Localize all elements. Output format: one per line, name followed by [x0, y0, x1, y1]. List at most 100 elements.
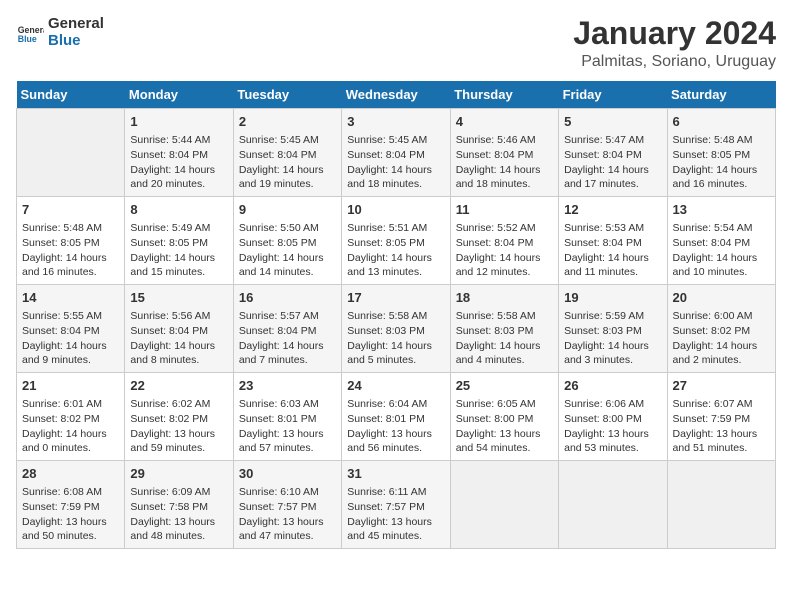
day-number: 19 — [564, 289, 661, 307]
page-header: General Blue General Blue January 2024 P… — [16, 16, 776, 71]
day-info: Sunrise: 5:59 AM Sunset: 8:03 PM Dayligh… — [564, 309, 661, 368]
day-info: Sunrise: 5:48 AM Sunset: 8:05 PM Dayligh… — [673, 133, 770, 192]
day-number: 14 — [22, 289, 119, 307]
calendar-cell: 20 Sunrise: 6:00 AM Sunset: 8:02 PM Dayli… — [667, 285, 775, 373]
calendar-cell: 30Sunrise: 6:10 AM Sunset: 7:57 PM Dayli… — [233, 460, 341, 548]
day-number: 16 — [239, 289, 336, 307]
day-number: 17 — [347, 289, 444, 307]
logo-general: General — [48, 16, 104, 33]
day-info: Sunrise: 6:11 AM Sunset: 7:57 PM Dayligh… — [347, 485, 444, 544]
calendar-subtitle: Palmitas, Soriano, Uruguay — [573, 53, 776, 71]
calendar-cell: 8Sunrise: 5:49 AM Sunset: 8:05 PM Daylig… — [125, 197, 233, 285]
day-number: 13 — [673, 201, 770, 219]
calendar-cell: 7Sunrise: 5:48 AM Sunset: 8:05 PM Daylig… — [17, 197, 125, 285]
day-info: Sunrise: 6:08 AM Sunset: 7:59 PM Dayligh… — [22, 485, 119, 544]
day-info: Sunrise: 5:55 AM Sunset: 8:04 PM Dayligh… — [22, 309, 119, 368]
day-info: Sunrise: 5:51 AM Sunset: 8:05 PM Dayligh… — [347, 221, 444, 280]
day-number: 29 — [130, 465, 227, 483]
weekday-header-monday: Monday — [125, 81, 233, 109]
calendar-cell: 1 Sunrise: 5:44 AM Sunset: 8:04 PM Daylig… — [125, 109, 233, 197]
calendar-cell: 19 Sunrise: 5:59 AM Sunset: 8:03 PM Dayli… — [559, 285, 667, 373]
calendar-cell: 21Sunrise: 6:01 AM Sunset: 8:02 PM Dayli… — [17, 373, 125, 461]
day-number: 15 — [130, 289, 227, 307]
day-info: Sunrise: 6:10 AM Sunset: 7:57 PM Dayligh… — [239, 485, 336, 544]
calendar-cell: 17 Sunrise: 5:58 AM Sunset: 8:03 PM Dayli… — [342, 285, 450, 373]
calendar-cell: 22 Sunrise: 6:02 AM Sunset: 8:02 PM Dayli… — [125, 373, 233, 461]
day-number: 9 — [239, 201, 336, 219]
calendar-cell: 14 Sunrise: 5:55 AM Sunset: 8:04 PM Dayli… — [17, 285, 125, 373]
day-info: Sunrise: 6:07 AM Sunset: 7:59 PM Dayligh… — [673, 397, 770, 456]
day-number: 27 — [673, 377, 770, 395]
day-info: Sunrise: 6:00 AM Sunset: 8:02 PM Dayligh… — [673, 309, 770, 368]
day-info: Sunrise: 5:57 AM Sunset: 8:04 PM Dayligh… — [239, 309, 336, 368]
calendar-cell: 24 Sunrise: 6:04 AM Sunset: 8:01 PM Dayli… — [342, 373, 450, 461]
day-number: 8 — [130, 201, 227, 219]
calendar-cell: 28Sunrise: 6:08 AM Sunset: 7:59 PM Dayli… — [17, 460, 125, 548]
calendar-cell — [450, 460, 558, 548]
logo: General Blue General Blue — [16, 16, 104, 49]
day-info: Sunrise: 6:04 AM Sunset: 8:01 PM Dayligh… — [347, 397, 444, 456]
day-number: 11 — [456, 201, 553, 219]
day-info: Sunrise: 5:47 AM Sunset: 8:04 PM Dayligh… — [564, 133, 661, 192]
day-info: Sunrise: 5:53 AM Sunset: 8:04 PM Dayligh… — [564, 221, 661, 280]
day-number: 26 — [564, 377, 661, 395]
calendar-cell: 18 Sunrise: 5:58 AM Sunset: 8:03 PM Dayli… — [450, 285, 558, 373]
day-info: Sunrise: 6:02 AM Sunset: 8:02 PM Dayligh… — [130, 397, 227, 456]
weekday-header-tuesday: Tuesday — [233, 81, 341, 109]
day-info: Sunrise: 5:46 AM Sunset: 8:04 PM Dayligh… — [456, 133, 553, 192]
day-number: 10 — [347, 201, 444, 219]
calendar-cell — [559, 460, 667, 548]
calendar-cell: 15 Sunrise: 5:56 AM Sunset: 8:04 PM Dayli… — [125, 285, 233, 373]
logo-blue: Blue — [48, 33, 104, 50]
calendar-table: SundayMondayTuesdayWednesdayThursdayFrid… — [16, 81, 776, 549]
day-number: 3 — [347, 113, 444, 131]
day-info: Sunrise: 5:58 AM Sunset: 8:03 PM Dayligh… — [456, 309, 553, 368]
day-number: 22 — [130, 377, 227, 395]
calendar-week-row: 7Sunrise: 5:48 AM Sunset: 8:05 PM Daylig… — [17, 197, 776, 285]
calendar-title: January 2024 — [573, 16, 776, 51]
day-number: 20 — [673, 289, 770, 307]
weekday-header-sunday: Sunday — [17, 81, 125, 109]
calendar-cell — [667, 460, 775, 548]
day-number: 25 — [456, 377, 553, 395]
calendar-cell: 29 Sunrise: 6:09 AM Sunset: 7:58 PM Dayli… — [125, 460, 233, 548]
calendar-cell: 6 Sunrise: 5:48 AM Sunset: 8:05 PM Daylig… — [667, 109, 775, 197]
calendar-cell: 13 Sunrise: 5:54 AM Sunset: 8:04 PM Dayli… — [667, 197, 775, 285]
day-info: Sunrise: 5:45 AM Sunset: 8:04 PM Dayligh… — [347, 133, 444, 192]
day-info: Sunrise: 6:03 AM Sunset: 8:01 PM Dayligh… — [239, 397, 336, 456]
svg-text:Blue: Blue — [18, 33, 37, 43]
day-info: Sunrise: 5:52 AM Sunset: 8:04 PM Dayligh… — [456, 221, 553, 280]
day-number: 24 — [347, 377, 444, 395]
day-number: 31 — [347, 465, 444, 483]
day-info: Sunrise: 5:45 AM Sunset: 8:04 PM Dayligh… — [239, 133, 336, 192]
day-number: 1 — [130, 113, 227, 131]
day-info: Sunrise: 5:48 AM Sunset: 8:05 PM Dayligh… — [22, 221, 119, 280]
title-area: January 2024 Palmitas, Soriano, Uruguay — [573, 16, 776, 71]
day-info: Sunrise: 5:58 AM Sunset: 8:03 PM Dayligh… — [347, 309, 444, 368]
calendar-cell: 31 Sunrise: 6:11 AM Sunset: 7:57 PM Dayli… — [342, 460, 450, 548]
logo-icon: General Blue — [16, 19, 44, 47]
day-info: Sunrise: 5:54 AM Sunset: 8:04 PM Dayligh… — [673, 221, 770, 280]
weekday-header-row: SundayMondayTuesdayWednesdayThursdayFrid… — [17, 81, 776, 109]
day-number: 23 — [239, 377, 336, 395]
calendar-cell: 9 Sunrise: 5:50 AM Sunset: 8:05 PM Daylig… — [233, 197, 341, 285]
day-info: Sunrise: 6:05 AM Sunset: 8:00 PM Dayligh… — [456, 397, 553, 456]
calendar-cell: 25 Sunrise: 6:05 AM Sunset: 8:00 PM Dayli… — [450, 373, 558, 461]
calendar-cell — [17, 109, 125, 197]
day-number: 2 — [239, 113, 336, 131]
calendar-cell: 26Sunrise: 6:06 AM Sunset: 8:00 PM Dayli… — [559, 373, 667, 461]
day-info: Sunrise: 6:09 AM Sunset: 7:58 PM Dayligh… — [130, 485, 227, 544]
calendar-week-row: 14 Sunrise: 5:55 AM Sunset: 8:04 PM Dayli… — [17, 285, 776, 373]
day-number: 18 — [456, 289, 553, 307]
day-info: Sunrise: 5:50 AM Sunset: 8:05 PM Dayligh… — [239, 221, 336, 280]
calendar-cell: 23 Sunrise: 6:03 AM Sunset: 8:01 PM Dayli… — [233, 373, 341, 461]
calendar-week-row: 28Sunrise: 6:08 AM Sunset: 7:59 PM Dayli… — [17, 460, 776, 548]
day-info: Sunrise: 5:56 AM Sunset: 8:04 PM Dayligh… — [130, 309, 227, 368]
weekday-header-thursday: Thursday — [450, 81, 558, 109]
calendar-week-row: 1 Sunrise: 5:44 AM Sunset: 8:04 PM Daylig… — [17, 109, 776, 197]
calendar-cell: 5Sunrise: 5:47 AM Sunset: 8:04 PM Daylig… — [559, 109, 667, 197]
calendar-cell: 16 Sunrise: 5:57 AM Sunset: 8:04 PM Dayli… — [233, 285, 341, 373]
day-info: Sunrise: 5:44 AM Sunset: 8:04 PM Dayligh… — [130, 133, 227, 192]
calendar-cell: 10 Sunrise: 5:51 AM Sunset: 8:05 PM Dayli… — [342, 197, 450, 285]
day-number: 6 — [673, 113, 770, 131]
